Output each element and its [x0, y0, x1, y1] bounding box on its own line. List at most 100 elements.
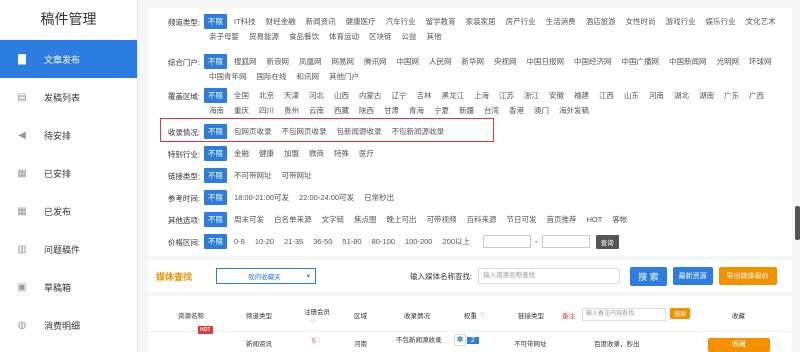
- filter-option[interactable]: IT科技: [229, 14, 261, 29]
- sidebar-item-2[interactable]: ◀ 待安排: [0, 116, 137, 154]
- filter-option[interactable]: 新华网: [457, 54, 490, 69]
- filter-option[interactable]: 36-50: [308, 234, 337, 249]
- filter-option[interactable]: 亲子母婴: [204, 29, 244, 44]
- filter-option[interactable]: 18:00-21:00可发: [229, 190, 294, 205]
- filter-option[interactable]: 人民网: [424, 54, 457, 69]
- filter-option[interactable]: 百科来源: [462, 212, 502, 227]
- filter-option[interactable]: 新浪网: [262, 54, 295, 69]
- filter-option[interactable]: 北京: [254, 88, 279, 103]
- sort-icon[interactable]: ◇: [480, 310, 485, 318]
- filter-option[interactable]: 中国日报网: [522, 54, 570, 69]
- filter-option[interactable]: HOT: [582, 212, 608, 227]
- filter-option[interactable]: 健康: [254, 146, 279, 161]
- sidebar-item-6[interactable]: ▣ 草稿箱: [0, 268, 137, 306]
- price-min-input[interactable]: [483, 235, 531, 248]
- filter-option[interactable]: 不限: [204, 234, 227, 249]
- favorites-select[interactable]: 我的收藏夹 ▾: [216, 268, 316, 284]
- filter-option[interactable]: 200以上: [437, 234, 475, 249]
- filter-option[interactable]: 不限: [204, 212, 227, 227]
- scrollbar-handle[interactable]: [795, 206, 800, 240]
- media-name-input[interactable]: 输入资源名称查找: [478, 268, 621, 284]
- filter-option[interactable]: 不限: [204, 54, 227, 69]
- filter-option[interactable]: 广西: [744, 88, 769, 103]
- sidebar-item-1[interactable]: ▤ 发稿列表: [0, 78, 137, 116]
- filter-option[interactable]: 中国青年网: [204, 69, 252, 84]
- filter-option[interactable]: 不限: [204, 14, 227, 29]
- filter-option[interactable]: 河南: [644, 88, 669, 103]
- filter-option[interactable]: 酒店旅游: [581, 14, 621, 29]
- filter-option[interactable]: 中国网: [392, 54, 425, 69]
- favorite-button[interactable]: 收藏: [708, 338, 770, 352]
- filter-option[interactable]: 加盟: [279, 146, 304, 161]
- filter-option[interactable]: 香港: [504, 103, 529, 118]
- filter-option[interactable]: 首页推荐: [542, 212, 582, 227]
- filter-option[interactable]: 广东: [719, 88, 744, 103]
- filter-option[interactable]: 凤凰网: [294, 54, 327, 69]
- filter-option[interactable]: 海南: [204, 103, 229, 118]
- filter-option[interactable]: 100-200: [400, 234, 438, 249]
- filter-option[interactable]: 晚上可出: [382, 212, 422, 227]
- filter-option[interactable]: 22:00-24:00可发: [294, 190, 359, 205]
- filter-option[interactable]: 公益: [397, 29, 422, 44]
- filter-option[interactable]: 其他门户: [324, 69, 364, 84]
- filter-option[interactable]: 新疆: [454, 103, 479, 118]
- filter-option[interactable]: 贵州: [279, 103, 304, 118]
- filter-option[interactable]: 生活消费: [541, 14, 581, 29]
- filter-option[interactable]: 光明网: [712, 54, 745, 69]
- remark-search-button[interactable]: 搜索: [670, 308, 691, 319]
- filter-option[interactable]: 环球网: [744, 54, 777, 69]
- filter-option[interactable]: 食品餐饮: [284, 29, 324, 44]
- filter-option[interactable]: 福建: [569, 88, 594, 103]
- filter-option[interactable]: 新闻资讯: [301, 14, 341, 29]
- filter-option[interactable]: 留学教育: [421, 14, 461, 29]
- filter-option[interactable]: 澳门: [529, 103, 554, 118]
- filter-option[interactable]: 微商: [304, 146, 329, 161]
- filter-option[interactable]: 云南: [304, 103, 329, 118]
- filter-option[interactable]: 不限: [204, 88, 227, 103]
- filter-option[interactable]: 重庆: [229, 103, 254, 118]
- filter-option[interactable]: 可带网址: [277, 168, 317, 183]
- filter-option[interactable]: 上海: [469, 88, 494, 103]
- col-weight[interactable]: 权重: [464, 310, 477, 320]
- filter-option[interactable]: 不限: [204, 190, 227, 205]
- filter-option[interactable]: 节日可发: [502, 212, 542, 227]
- remark-search-input[interactable]: 输入备注内容查找: [582, 308, 666, 321]
- filter-option[interactable]: 安徽: [544, 88, 569, 103]
- filter-option[interactable]: 腾讯网: [359, 54, 392, 69]
- filter-option[interactable]: 女性时尚: [621, 14, 661, 29]
- filter-option[interactable]: 金融: [229, 146, 254, 161]
- filter-option[interactable]: 体育运动: [324, 29, 364, 44]
- filter-option[interactable]: 中国广播网: [617, 54, 665, 69]
- filter-option[interactable]: 不限: [204, 146, 227, 161]
- filter-option[interactable]: 房产行业: [501, 14, 541, 29]
- sidebar-item-7[interactable]: ◍ 消费明细: [0, 306, 137, 344]
- filter-option[interactable]: 区块链: [364, 29, 397, 44]
- filter-option[interactable]: 家装家居: [461, 14, 501, 29]
- filter-option[interactable]: 中国经济网: [569, 54, 617, 69]
- filter-option[interactable]: 陕西: [354, 103, 379, 118]
- sidebar-item-0[interactable]: ▇ 文章发布: [0, 40, 137, 78]
- search-button[interactable]: 搜 索: [630, 266, 667, 286]
- filter-option[interactable]: 可带视频: [422, 212, 462, 227]
- filter-option[interactable]: 西藏: [329, 103, 354, 118]
- filter-option[interactable]: 河北: [304, 88, 329, 103]
- filter-option[interactable]: 江苏: [494, 88, 519, 103]
- col-member-price[interactable]: 注册会员: [304, 306, 330, 316]
- filter-option[interactable]: 天津: [279, 88, 304, 103]
- sidebar-item-4[interactable]: ▦ 已发布: [0, 192, 137, 230]
- filter-option[interactable]: 中国新闻网: [664, 54, 712, 69]
- filter-option[interactable]: 特殊: [329, 146, 354, 161]
- filter-option[interactable]: 焦点图: [349, 212, 382, 227]
- filter-option[interactable]: 搜狐网: [229, 54, 262, 69]
- filter-option[interactable]: 51-80: [337, 234, 366, 249]
- filter-option[interactable]: 甘肃: [379, 103, 404, 118]
- filter-option[interactable]: 江西: [594, 88, 619, 103]
- filter-option[interactable]: 黑龙江: [437, 88, 470, 103]
- filter-option[interactable]: 其他: [422, 29, 447, 44]
- filter-option[interactable]: 客帐: [607, 212, 632, 227]
- filter-option[interactable]: 央视网: [489, 54, 522, 69]
- sidebar-item-5[interactable]: ▥ 问题稿件: [0, 230, 137, 268]
- filter-option[interactable]: 不可带网址: [229, 168, 277, 183]
- filter-option[interactable]: 文字链: [317, 212, 350, 227]
- filter-option[interactable]: 财经金融: [261, 14, 301, 29]
